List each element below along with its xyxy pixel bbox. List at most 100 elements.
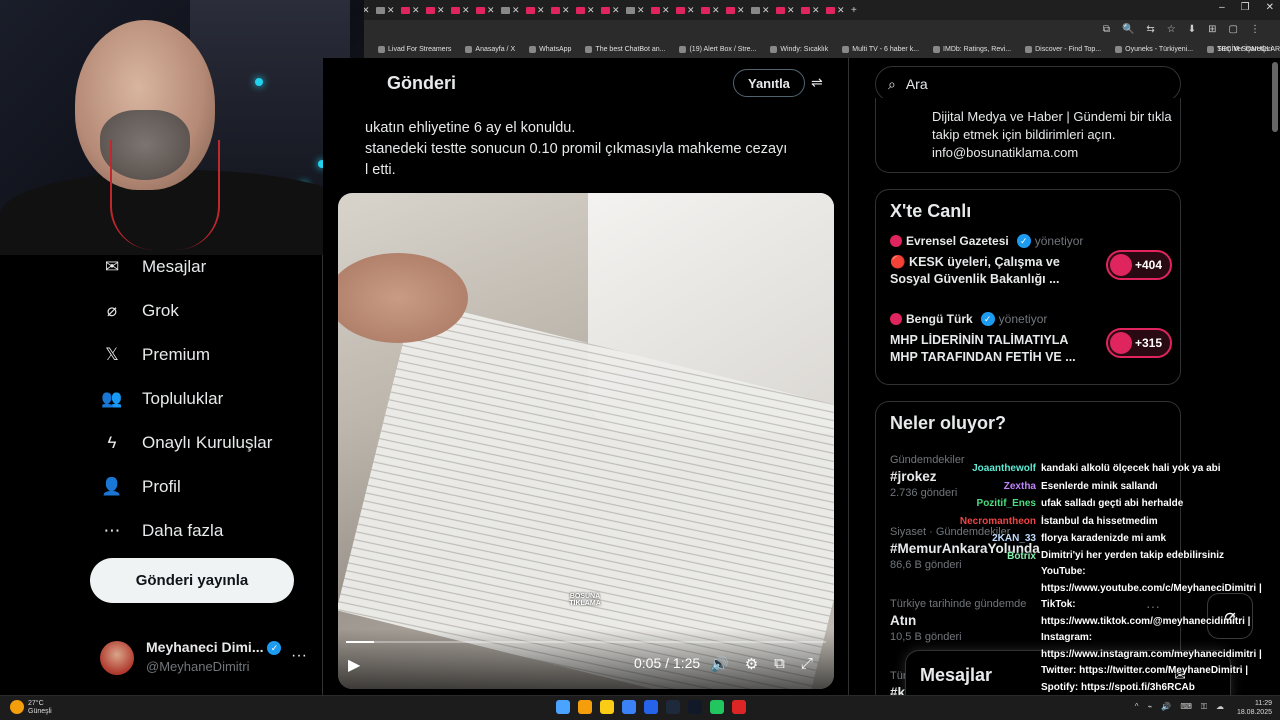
fullscreen-icon[interactable]: ⤢: [801, 655, 813, 673]
close-window-icon[interactable]: ✕: [1266, 2, 1274, 13]
browser-tab[interactable]: ✕: [676, 2, 700, 18]
reply-button[interactable]: Yanıtla: [733, 69, 805, 97]
keyboard-icon[interactable]: ⌨: [1180, 702, 1192, 712]
tab-close-icon[interactable]: ✕: [487, 5, 495, 16]
live-item[interactable]: Evrensel Gazetesi ✓ yönetiyor 🔴 KESK üyele…: [890, 234, 1172, 288]
taskbar-app-icon[interactable]: [666, 700, 680, 714]
sidebar-item-premium[interactable]: 𝕏 Premium: [100, 343, 210, 367]
volume-icon[interactable]: 🔊: [710, 655, 729, 673]
browser-tab[interactable]: ✕: [576, 2, 600, 18]
network-icon[interactable]: ⚿: [1201, 702, 1207, 712]
new-tab-icon[interactable]: +: [851, 2, 875, 18]
download-icon[interactable]: ⬇: [1188, 24, 1196, 35]
browser-menu-icon[interactable]: ⋮: [1250, 24, 1260, 35]
browser-tab[interactable]: ✕: [826, 2, 850, 18]
live-listener-count[interactable]: +315: [1106, 328, 1172, 358]
post-button[interactable]: Gönderi yayınla: [90, 558, 294, 603]
video-progress-bar[interactable]: [346, 641, 826, 643]
bookmark-item[interactable]: Windy: Sıcaklık: [770, 45, 828, 53]
clock[interactable]: 11:29 18.08.2025: [1237, 699, 1272, 717]
browser-tab[interactable]: ✕: [526, 2, 550, 18]
browser-tab[interactable]: ✕: [801, 2, 825, 18]
tab-close-icon[interactable]: ✕: [737, 5, 745, 16]
browser-tab[interactable]: ✕: [551, 2, 575, 18]
taskbar-app-icon[interactable]: [710, 700, 724, 714]
tab-close-icon[interactable]: ✕: [512, 5, 520, 16]
speaker-icon[interactable]: 🔊: [1161, 702, 1171, 712]
tab-close-icon[interactable]: ✕: [837, 5, 845, 16]
bookmark-item[interactable]: Livad For Streamers: [378, 45, 451, 53]
chat-username[interactable]: 2KAN_33: [992, 530, 1036, 547]
tab-close-icon[interactable]: ✕: [462, 5, 470, 16]
browser-tab[interactable]: ✕: [451, 2, 475, 18]
tab-close-icon[interactable]: ✕: [812, 5, 820, 16]
browser-tab[interactable]: ✕: [726, 2, 750, 18]
all-bookmarks-folder[interactable]: Tüm Yer İşaretleri: [1217, 40, 1272, 58]
browser-tab[interactable]: ✕: [401, 2, 425, 18]
browser-tab[interactable]: ✕: [751, 2, 775, 18]
tab-close-icon[interactable]: ✕: [537, 5, 545, 16]
side-panel-icon[interactable]: ▢: [1229, 24, 1238, 35]
chat-username[interactable]: Necromantheon: [960, 513, 1036, 530]
extensions-icon[interactable]: ⊞: [1208, 24, 1216, 35]
more-options-icon[interactable]: ···: [291, 647, 307, 665]
browser-tab[interactable]: ✕: [651, 2, 675, 18]
cloud-icon[interactable]: ☁: [1216, 702, 1224, 712]
chat-username[interactable]: Botrix: [1007, 548, 1036, 565]
search-box[interactable]: ⌕: [875, 66, 1181, 102]
taskbar-app-icon[interactable]: [644, 700, 658, 714]
taskbar-app-icon[interactable]: [688, 700, 702, 714]
browser-tab[interactable]: ✕: [376, 2, 400, 18]
chat-username[interactable]: Pozitif_Enes: [977, 495, 1036, 512]
browser-tab[interactable]: ✕: [601, 2, 625, 18]
tab-close-icon[interactable]: ✕: [762, 5, 770, 16]
sidebar-item-daha-fazla[interactable]: ⋯ Daha fazla: [100, 519, 224, 543]
filter-icon[interactable]: ⇌: [811, 74, 823, 91]
translate-icon[interactable]: ⇆: [1146, 24, 1154, 35]
tab-close-icon[interactable]: ✕: [562, 5, 570, 16]
taskbar-app-icon[interactable]: [600, 700, 614, 714]
tab-close-icon[interactable]: ✕: [787, 5, 795, 16]
usb-icon[interactable]: ⌁: [1148, 702, 1153, 712]
minimize-icon[interactable]: –: [1219, 2, 1225, 13]
weather-widget[interactable]: 27°C Güneşli: [10, 700, 52, 716]
tray-expand-icon[interactable]: ^: [1135, 702, 1139, 712]
bookmark-item[interactable]: Discover - Find Top...: [1025, 45, 1101, 53]
browser-tab[interactable]: ✕: [626, 2, 650, 18]
maximize-icon[interactable]: ❐: [1241, 2, 1250, 13]
browser-tab[interactable]: ✕: [476, 2, 500, 18]
tab-close-icon[interactable]: ✕: [387, 5, 395, 16]
sidebar-item-topluluklar[interactable]: 👥 Topluluklar: [100, 387, 223, 411]
tab-close-icon[interactable]: ✕: [612, 5, 620, 16]
taskbar-app-icon[interactable]: [622, 700, 636, 714]
pip-icon[interactable]: ⧉: [774, 655, 785, 673]
bookmark-item[interactable]: Anasayfa / X: [465, 45, 515, 53]
taskbar-app-icon[interactable]: [578, 700, 592, 714]
chat-username[interactable]: Joaanthewolf: [972, 460, 1036, 477]
tab-close-icon[interactable]: ✕: [712, 5, 720, 16]
zoom-icon[interactable]: 🔍: [1122, 24, 1134, 35]
tab-close-icon[interactable]: ✕: [637, 5, 645, 16]
bookmark-item[interactable]: Oyuneks - Türkiyeni...: [1115, 45, 1193, 53]
bookmark-item[interactable]: (19) Alert Box / Stre...: [679, 45, 756, 53]
settings-icon[interactable]: ⚙: [745, 655, 758, 673]
tab-close-icon[interactable]: ✕: [412, 5, 420, 16]
sidebar-item-mesajlar[interactable]: ✉ Mesajlar: [100, 255, 206, 279]
taskbar-app-icon[interactable]: [732, 700, 746, 714]
play-icon[interactable]: ▶: [348, 655, 360, 675]
bookmark-item[interactable]: The best ChatBot an...: [585, 45, 665, 53]
sidebar-item-grok[interactable]: ⌀ Grok: [100, 299, 179, 323]
live-listener-count[interactable]: +404: [1106, 250, 1172, 280]
browser-tab[interactable]: ✕: [426, 2, 450, 18]
tab-close-icon[interactable]: ✕: [687, 5, 695, 16]
tab-close-icon[interactable]: ✕: [437, 5, 445, 16]
screen-share-icon[interactable]: ⧉: [1103, 24, 1110, 35]
browser-tab[interactable]: ✕: [776, 2, 800, 18]
chat-username[interactable]: Zextha: [1004, 478, 1036, 495]
browser-tab[interactable]: ✕: [501, 2, 525, 18]
taskbar-app-icon[interactable]: [556, 700, 570, 714]
tab-close-icon[interactable]: ✕: [587, 5, 595, 16]
page-scrollbar[interactable]: [1272, 62, 1278, 132]
tab-close-icon[interactable]: ✕: [662, 5, 670, 16]
account-switcher[interactable]: Meyhaneci Dimi... ✓ @MeyhaneDimitri ···: [100, 637, 315, 677]
